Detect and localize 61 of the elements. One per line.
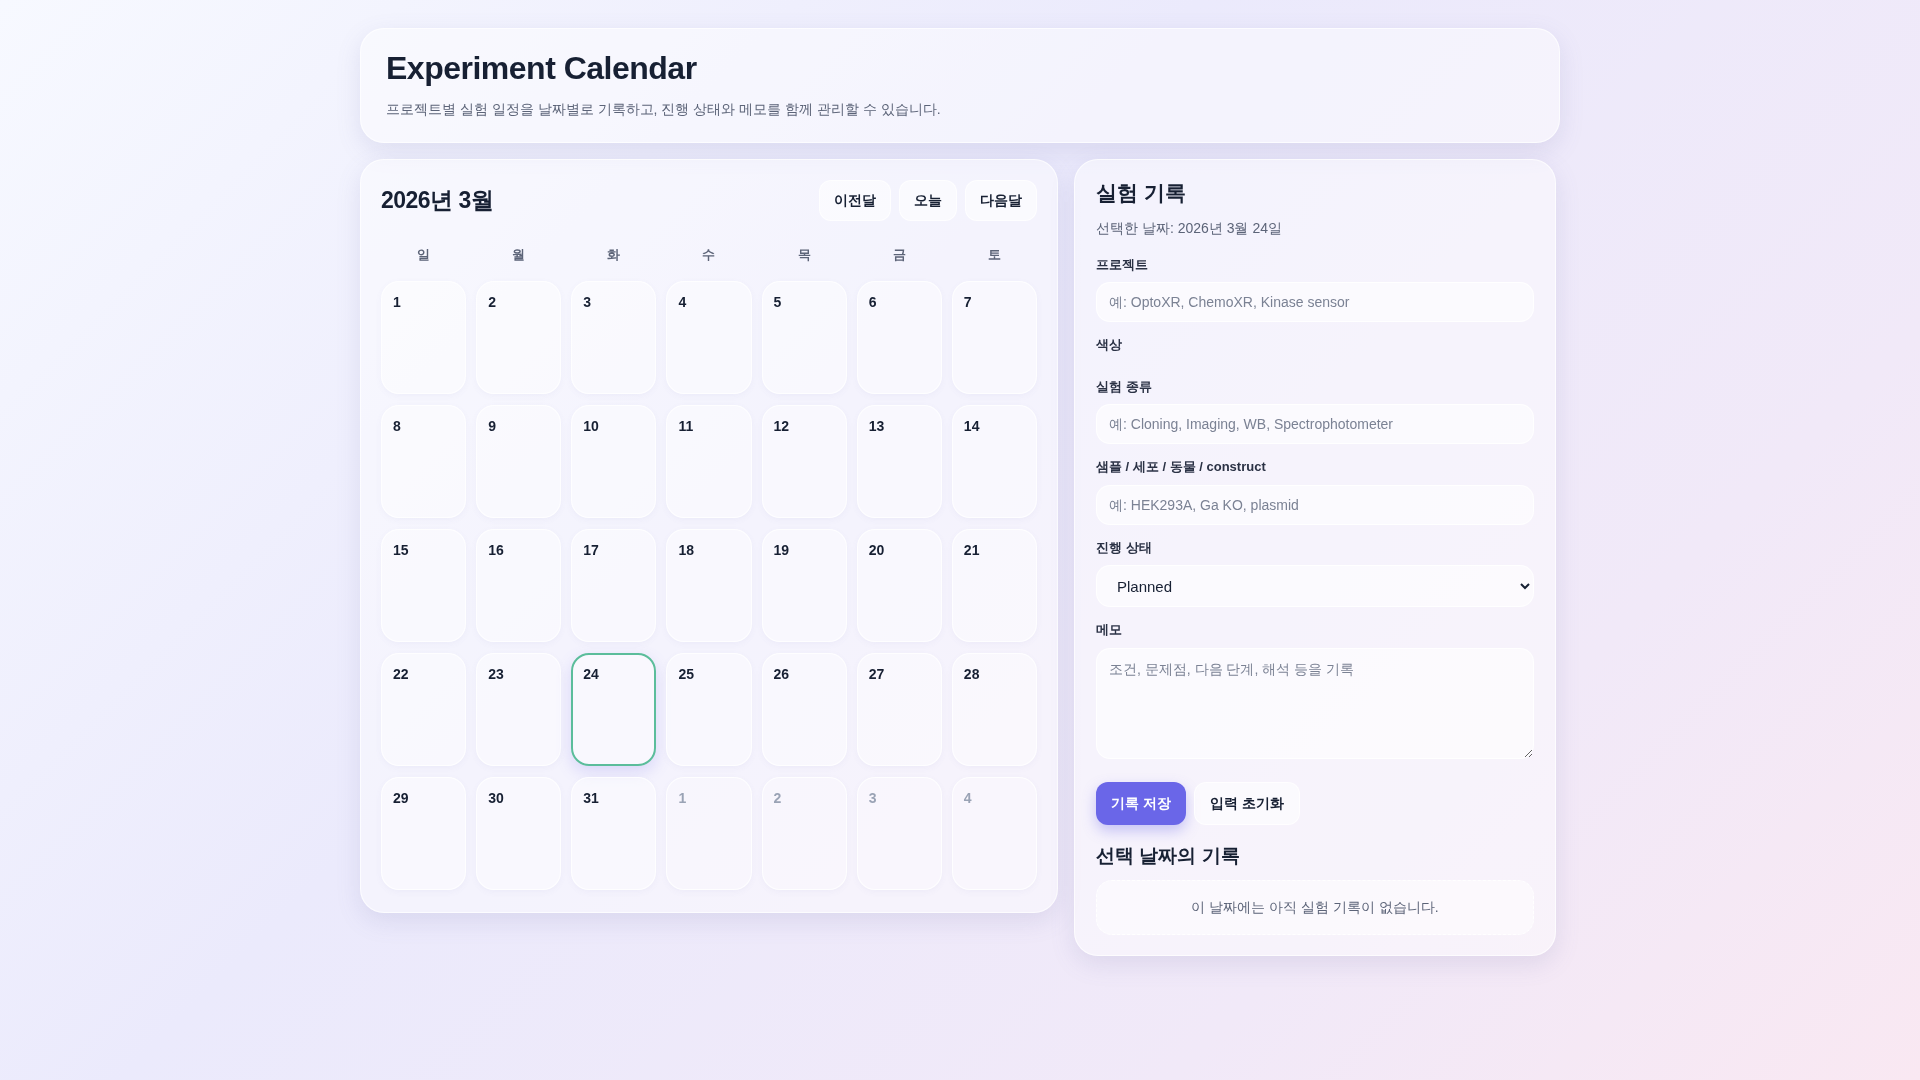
day-cell[interactable]: 23	[476, 652, 562, 766]
day-cell[interactable]: 16	[476, 528, 562, 642]
day-cell[interactable]: 26	[761, 652, 847, 766]
weekday-label: 화	[606, 246, 622, 265]
day-cell[interactable]: 27	[856, 652, 942, 766]
day-cell[interactable]: 20	[856, 528, 942, 642]
weekday-label: 월	[511, 246, 527, 265]
day-cell[interactable]: 4	[666, 280, 752, 394]
day-cell[interactable]: 1	[381, 280, 467, 394]
field-label: 진행 상태	[1096, 538, 1153, 557]
input-field[interactable]: 예: OptoXR, ChemoXR, Kinase sensor	[1096, 282, 1534, 323]
day-cell[interactable]: 25	[666, 652, 752, 766]
day-cell[interactable]: 10	[571, 404, 657, 518]
day-cell[interactable]: 18	[666, 528, 752, 642]
status-select[interactable]: Planned	[1096, 565, 1534, 608]
month-nav-button[interactable]: 다음달	[965, 180, 1037, 222]
day-cell[interactable]: 11	[666, 404, 752, 518]
selected-date: 선택한 날짜: 2026년 3월 24일	[1096, 218, 1283, 238]
page-subtitle: 프로젝트별 실험 일정을 날짜별로 기록하고, 진행 상태와 메모를 함께 관리할 수 있습니다.	[386, 100, 942, 120]
weekday-label: 일	[416, 246, 432, 265]
input-field[interactable]: 예: Cloning, Imaging, WB, Spectrophotometer	[1096, 404, 1534, 445]
month-nav-button[interactable]: 이전달	[819, 180, 891, 222]
day-cell[interactable]: 31	[571, 776, 657, 890]
field-label: 메모	[1096, 621, 1123, 640]
day-cell[interactable]: 17	[571, 528, 657, 642]
day-cell[interactable]: 24	[571, 652, 657, 766]
day-cell[interactable]: 12	[761, 404, 847, 518]
month-nav-button[interactable]: 오늘	[899, 180, 957, 222]
day-cell[interactable]: 21	[951, 528, 1037, 642]
empty-records-message: 이 날짜에는 아직 실험 기록이 없습니다.	[1096, 880, 1534, 936]
day-cell[interactable]: 14	[951, 404, 1037, 518]
day-cell[interactable]: 28	[951, 652, 1037, 766]
day-cell[interactable]: 8	[381, 404, 467, 518]
day-cell[interactable]: 9	[476, 404, 562, 518]
memo-field[interactable]: 조건, 문제점, 다음 단계, 해석 등을 기록	[1096, 647, 1534, 759]
weekday-label: 금	[891, 246, 907, 265]
day-cell[interactable]: 6	[856, 280, 942, 394]
day-cell[interactable]: 7	[951, 280, 1037, 394]
page-title: Experiment Calendar	[386, 49, 698, 88]
field-label: 프로젝트	[1096, 255, 1149, 274]
field-label: 색상	[1096, 336, 1123, 355]
panel-title: 실험 기록	[1096, 180, 1187, 206]
day-cell[interactable]: 13	[856, 404, 942, 518]
field-label: 샘플 / 세포 / 동물 / construct	[1096, 458, 1267, 477]
day-cell[interactable]: 3	[571, 280, 657, 394]
month-title: 2026년 3월	[381, 187, 494, 215]
input-field[interactable]: 예: HEK293A, Ga KO, plasmid	[1096, 484, 1534, 525]
reset-button[interactable]: 입력 초기화	[1193, 781, 1300, 825]
day-cell[interactable]: 2	[476, 280, 562, 394]
day-cell[interactable]: 15	[381, 528, 467, 642]
day-cell[interactable]: 19	[761, 528, 847, 642]
day-cell[interactable]: 30	[476, 776, 562, 890]
day-cell[interactable]: 22	[381, 652, 467, 766]
weekday-label: 수	[701, 246, 717, 265]
records-title: 선택 날짜의 기록	[1096, 844, 1241, 868]
day-cell[interactable]: 5	[761, 280, 847, 394]
day-cell[interactable]: 29	[381, 776, 467, 890]
save-button[interactable]: 기록 저장	[1096, 781, 1186, 825]
weekday-label: 목	[796, 246, 812, 265]
weekday-label: 토	[986, 246, 1002, 265]
field-label: 실험 종류	[1096, 377, 1153, 396]
